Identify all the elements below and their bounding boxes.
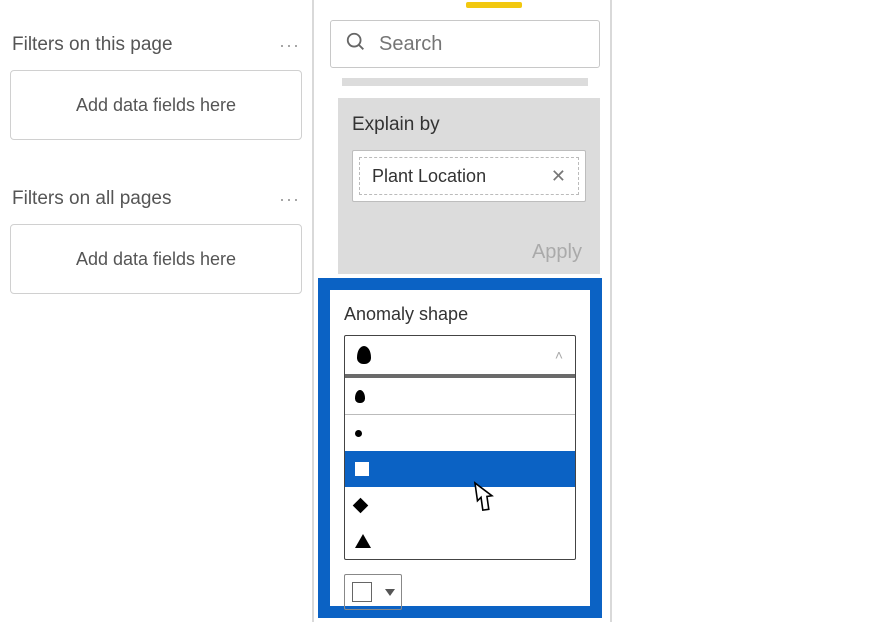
active-tab-underline <box>466 2 522 8</box>
filters-all-header: Filters on all pages <box>12 188 171 210</box>
apply-button[interactable]: Apply <box>532 241 582 264</box>
chevron-up-icon: ˄ <box>555 347 563 363</box>
search-input[interactable] <box>377 32 571 57</box>
shape-option-dot[interactable] <box>345 415 575 451</box>
explain-by-block: Explain by Plant Location ✕ Apply <box>338 98 600 274</box>
visualizations-panel: Explain by Plant Location ✕ Apply Anomal… <box>316 0 612 622</box>
shape-option-square[interactable] <box>345 451 575 487</box>
anomaly-shape-selected-head[interactable]: ˄ <box>345 336 575 378</box>
shape-option-diamond[interactable] <box>345 487 575 523</box>
panel-strip <box>342 78 588 86</box>
filters-all-dropwell[interactable]: Add data fields here <box>10 224 302 294</box>
shape-option-triangle[interactable] <box>345 523 575 559</box>
filters-all-header-row: Filters on all pages ··· <box>12 188 300 210</box>
filters-page-placeholder: Add data fields here <box>76 95 236 116</box>
color-swatch <box>352 582 372 602</box>
filters-page-dropwell[interactable]: Add data fields here <box>10 70 302 140</box>
anomaly-shape-options <box>345 378 575 559</box>
explain-by-field-well[interactable]: Plant Location ✕ <box>352 150 586 202</box>
filters-all-more-icon[interactable]: ··· <box>279 189 300 210</box>
diamond-icon <box>353 497 369 513</box>
filters-page-header: Filters on this page <box>12 34 173 56</box>
anomaly-color-picker[interactable] <box>344 574 402 610</box>
explain-by-title: Explain by <box>352 114 586 136</box>
filters-panel: Filters on this page ··· Add data fields… <box>0 0 314 622</box>
square-icon <box>355 462 369 476</box>
search-icon <box>345 31 367 57</box>
remove-chip-icon[interactable]: ✕ <box>551 166 566 187</box>
triangle-icon <box>355 534 371 548</box>
filters-page-header-row: Filters on this page ··· <box>12 34 300 56</box>
search-box[interactable] <box>330 20 600 68</box>
anomaly-shape-select[interactable]: ˄ <box>344 335 576 560</box>
shape-option-drop[interactable] <box>345 378 575 415</box>
anomaly-shape-title: Anomaly shape <box>344 304 576 325</box>
explain-by-chip-label: Plant Location <box>372 166 486 187</box>
anomaly-shape-highlight: Anomaly shape ˄ <box>318 278 602 618</box>
drop-icon <box>357 346 371 364</box>
dot-icon <box>355 430 362 437</box>
filters-page-more-icon[interactable]: ··· <box>279 35 300 56</box>
drop-icon <box>355 390 365 403</box>
filters-all-placeholder: Add data fields here <box>76 249 236 270</box>
chevron-down-icon <box>385 589 395 596</box>
